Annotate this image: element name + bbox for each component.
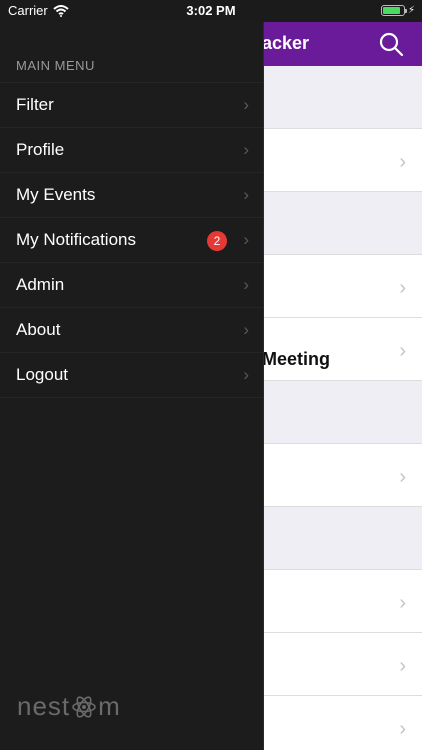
battery-icon bbox=[380, 5, 407, 16]
menu-header: MAIN MENU bbox=[0, 22, 263, 83]
menu-item-profile[interactable]: Profile › bbox=[0, 128, 263, 173]
menu-item-label: Profile bbox=[16, 140, 65, 159]
logo-text-left: nest bbox=[17, 691, 71, 721]
chevron-right-icon: › bbox=[399, 718, 406, 740]
status-time: 3:02 PM bbox=[186, 3, 236, 18]
status-right: ⚡ bbox=[380, 5, 415, 16]
menu-item-my-events[interactable]: My Events › bbox=[0, 173, 263, 218]
menu-list: Filter › Profile › My Events › My Notification… bbox=[0, 83, 263, 398]
chevron-right-icon: › bbox=[243, 95, 249, 114]
menu-item-label: About bbox=[16, 320, 61, 339]
chevron-right-icon: › bbox=[243, 320, 249, 339]
chevron-right-icon: › bbox=[399, 466, 406, 488]
chevron-right-icon: › bbox=[243, 230, 249, 249]
menu-item-label: My Notifications bbox=[16, 230, 136, 249]
list-item-title: Meeting bbox=[262, 349, 331, 369]
chevron-right-icon: › bbox=[243, 185, 249, 204]
menu-item-label: My Events bbox=[16, 185, 96, 204]
menu-item-label: Filter bbox=[16, 95, 54, 114]
background-title: acker bbox=[262, 33, 310, 53]
chevron-right-icon: › bbox=[399, 592, 406, 614]
charging-icon: ⚡ bbox=[407, 5, 415, 16]
logo-text-right: m bbox=[98, 691, 121, 721]
side-menu-drawer: MAIN MENU Filter › Profile › My Events › My No… bbox=[0, 22, 264, 750]
chevron-right-icon: › bbox=[243, 365, 249, 384]
search-icon[interactable] bbox=[378, 31, 404, 57]
menu-item-my-notifications[interactable]: My Notifications 2 › bbox=[0, 218, 263, 263]
chevron-right-icon: › bbox=[399, 151, 406, 173]
chevron-right-icon: › bbox=[243, 275, 249, 294]
atom-icon bbox=[72, 695, 96, 718]
menu-item-label: Admin bbox=[16, 275, 65, 294]
chevron-right-icon: › bbox=[243, 140, 249, 159]
battery-level bbox=[382, 7, 400, 14]
menu-item-filter[interactable]: Filter › bbox=[0, 83, 263, 128]
notification-badge: 2 bbox=[207, 231, 227, 251]
menu-item-label: Logout bbox=[16, 365, 68, 384]
nestom-logo: nest m bbox=[17, 691, 121, 722]
menu-item-admin[interactable]: Admin › bbox=[0, 263, 263, 308]
chevron-right-icon: › bbox=[399, 340, 406, 362]
status-bar: Carrier 3:02 PM ⚡ bbox=[0, 0, 422, 22]
chevron-right-icon: › bbox=[399, 277, 406, 299]
menu-item-logout[interactable]: Logout › bbox=[0, 353, 263, 398]
chevron-right-icon: › bbox=[399, 655, 406, 677]
menu-item-about[interactable]: About › bbox=[0, 308, 263, 353]
